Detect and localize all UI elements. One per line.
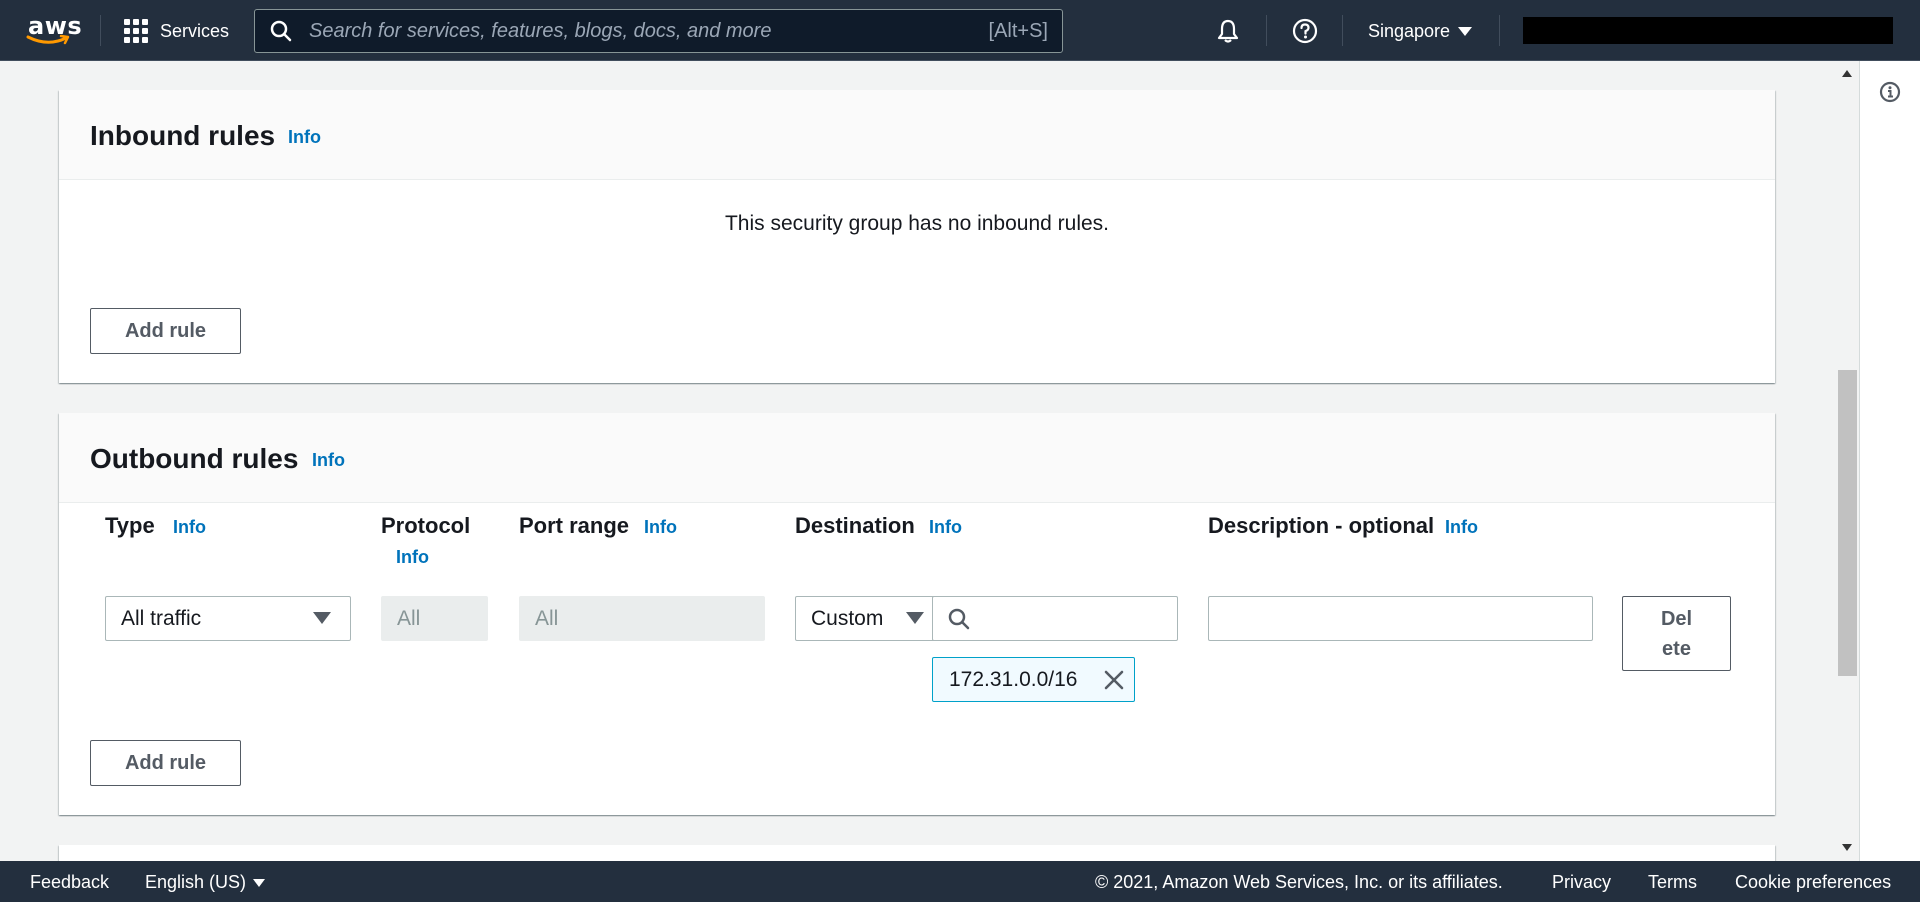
column-protocol-info-link[interactable]: Info: [396, 547, 429, 568]
rule-type-value: All traffic: [121, 606, 202, 630]
terms-link[interactable]: Terms: [1648, 872, 1697, 893]
outbound-rules-info-link[interactable]: Info: [312, 450, 345, 471]
rule-protocol-field: All: [381, 596, 488, 641]
help-icon[interactable]: [1291, 17, 1319, 45]
rule-port-range-field: All: [519, 596, 765, 641]
cookie-preferences-link[interactable]: Cookie preferences: [1735, 872, 1891, 893]
delete-label-line2: ete: [1662, 637, 1691, 660]
notifications-bell-icon[interactable]: [1214, 17, 1242, 45]
delete-label-line1: Del: [1660, 607, 1693, 630]
services-menu-button[interactable]: Services: [124, 16, 229, 46]
nav-divider: [1499, 15, 1500, 46]
outbound-rules-title: Outbound rules: [90, 443, 299, 474]
outbound-add-rule-button[interactable]: Add rule: [90, 740, 241, 786]
nav-divider: [1342, 15, 1343, 46]
aws-smile-icon: [26, 34, 70, 45]
column-type-info-link[interactable]: Info: [173, 517, 206, 538]
language-selector[interactable]: English (US): [145, 872, 266, 893]
column-protocol-label: Protocol: [381, 513, 471, 538]
region-label: Singapore: [1368, 20, 1451, 41]
search-icon: [948, 608, 970, 629]
scroll-up-arrow-icon[interactable]: [1842, 70, 1852, 77]
column-destination-info-link[interactable]: Info: [929, 517, 962, 538]
column-port-range-label: Port range: [519, 513, 630, 538]
nav-divider: [1266, 15, 1267, 46]
outbound-rules-header: Outbound rules Info: [59, 413, 1775, 503]
rule-destination-search-input[interactable]: [932, 596, 1178, 641]
nav-divider: [100, 15, 101, 46]
search-icon: [270, 20, 292, 42]
rule-protocol-value: All: [397, 606, 421, 630]
search-input[interactable]: [307, 18, 989, 44]
aws-logo[interactable]: aws: [26, 14, 82, 46]
column-description-info-link[interactable]: Info: [1445, 517, 1478, 538]
caret-down-icon: [253, 879, 266, 888]
inbound-rules-header: Inbound rules Info: [59, 90, 1775, 180]
rule-port-range-value: All: [535, 606, 559, 630]
utility-rail: [1859, 61, 1920, 861]
column-description-label: Description - optional: [1208, 513, 1435, 538]
destination-cidr-token: 172.31.0.0/16: [932, 657, 1135, 702]
rule-delete-button[interactable]: Del ete: [1622, 596, 1731, 671]
column-destination-label: Destination: [795, 513, 915, 538]
scroll-down-arrow-icon[interactable]: [1842, 844, 1852, 851]
inbound-rules-panel: Inbound rules Info This security group h…: [59, 90, 1775, 383]
top-navigation: aws Services [Alt+S] Singapore: [0, 0, 1920, 61]
account-menu-redacted[interactable]: [1523, 17, 1893, 44]
column-type-label: Type: [105, 513, 155, 538]
outbound-rules-panel: Outbound rules Info Type Info Protocol I…: [59, 413, 1775, 815]
inbound-rules-title: Inbound rules: [90, 120, 276, 151]
global-search[interactable]: [Alt+S]: [254, 9, 1063, 53]
console-footer: Feedback English (US) © 2021, Amazon Web…: [0, 861, 1920, 902]
privacy-link[interactable]: Privacy: [1552, 872, 1611, 893]
destination-cidr-value: 172.31.0.0/16: [949, 667, 1078, 691]
rule-type-select[interactable]: All traffic: [105, 596, 351, 641]
inbound-empty-message: This security group has no inbound rules…: [724, 212, 1110, 235]
caret-down-icon: [313, 612, 331, 624]
rule-description-input[interactable]: [1208, 596, 1593, 641]
copyright-text: © 2021, Amazon Web Services, Inc. or its…: [1095, 872, 1503, 892]
apps-grid-icon: [124, 19, 148, 43]
rule-destination-mode-select[interactable]: Custom: [795, 596, 934, 641]
scrollbar-thumb[interactable]: [1838, 370, 1857, 676]
caret-down-icon: [906, 612, 924, 624]
inbound-add-rule-button[interactable]: Add rule: [90, 308, 241, 354]
column-port-range-info-link[interactable]: Info: [644, 517, 677, 538]
inbound-rules-info-link[interactable]: Info: [288, 127, 321, 148]
search-shortcut-hint: [Alt+S]: [988, 19, 1048, 42]
remove-token-close-icon[interactable]: [1103, 669, 1125, 691]
region-selector[interactable]: Singapore: [1368, 19, 1473, 43]
services-label: Services: [160, 20, 230, 41]
language-label: English (US): [145, 872, 247, 892]
caret-down-icon: [1458, 26, 1473, 36]
feedback-link[interactable]: Feedback: [30, 872, 109, 893]
rule-destination-mode-value: Custom: [811, 606, 884, 630]
info-panel-toggle-icon[interactable]: [1879, 81, 1901, 103]
